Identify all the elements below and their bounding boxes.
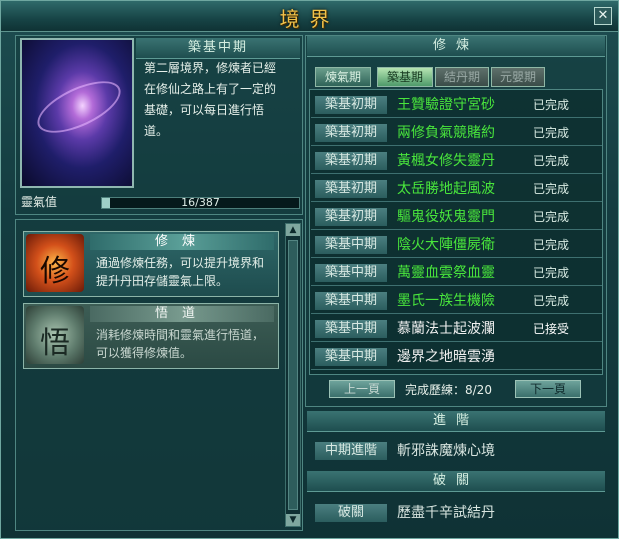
- quest-row[interactable]: 築基初期 黃楓女修失靈丹 已完成: [311, 149, 602, 174]
- tab-nascent-soul[interactable]: 元嬰期: [491, 67, 545, 87]
- quest-row[interactable]: 築基初期 驅鬼役妖鬼靈門 已完成: [311, 205, 602, 230]
- quest-name: 萬靈血雲祭血靈: [397, 265, 495, 281]
- quest-stage: 築基初期: [315, 208, 387, 226]
- action-meditate[interactable]: 悟 悟道 消耗修煉時間和靈氣進行悟道，可以獲得修煉值。: [23, 303, 279, 369]
- cultivate-icon: 修: [26, 234, 84, 292]
- quest-status: 已完成: [533, 266, 570, 280]
- quest-status: 已完成: [533, 98, 570, 112]
- quest-stage: 築基初期: [315, 180, 387, 198]
- advance-header: 進階: [307, 411, 605, 432]
- spirit-value: 16/387: [181, 196, 220, 209]
- quest-name: 墨氏一族生機險: [397, 293, 495, 309]
- quest-name: 陰火大陣僵屍衛: [397, 237, 495, 253]
- spirit-bar: 16/387: [101, 196, 300, 209]
- quest-name: 王贊驗證守宮砂: [397, 97, 495, 113]
- spirit-label: 靈氣值: [21, 195, 58, 209]
- quest-name: 太岳勝地起風波: [397, 181, 495, 197]
- quest-row[interactable]: 築基中期 墨氏一族生機險 已完成: [311, 289, 602, 314]
- quest-stage: 築基中期: [315, 236, 387, 254]
- action-text: 消耗修煉時間和靈氣進行悟道，可以獲得修煉值。: [96, 328, 265, 360]
- action-text: 通過修煉任務，可以提升境界和提升丹田存儲靈氣上限。: [96, 256, 265, 288]
- quest-status: 已完成: [533, 294, 570, 308]
- quest-status: 已接受: [533, 322, 570, 336]
- stage-name: 築基中期: [136, 38, 300, 59]
- quest-name: 黃楓女修失靈丹: [397, 153, 495, 169]
- tab-foundation[interactable]: 築基期: [377, 67, 433, 87]
- quest-name: 慕蘭法士起波瀾: [397, 321, 495, 337]
- quest-stage: 築基中期: [315, 320, 387, 338]
- meditate-icon-glyph: 悟: [40, 326, 70, 361]
- breakthrough-header: 破關: [307, 471, 605, 492]
- scroll-down-arrow-icon[interactable]: ▼: [286, 514, 300, 526]
- title-bar: 境界 ✕: [1, 1, 618, 32]
- cultivate-icon-glyph: 修: [40, 254, 70, 289]
- galaxy-portrait-image: [20, 38, 134, 188]
- close-button[interactable]: ✕: [594, 7, 612, 25]
- quest-status: 已完成: [533, 154, 570, 168]
- quest-status: 已完成: [533, 238, 570, 252]
- meditate-icon: 悟: [26, 306, 84, 364]
- realm-window: 境界 ✕ 築基中期 第二層境界，修煉者已經在修仙之路上有了一定的基礎，可以每日進…: [0, 0, 619, 539]
- tab-qi-refining[interactable]: 煉氣期: [315, 67, 371, 87]
- breakthrough-stage: 破關: [315, 504, 387, 522]
- quest-stage: 築基中期: [315, 292, 387, 310]
- scroll-thumb[interactable]: [288, 240, 298, 510]
- quest-row[interactable]: 築基初期 兩修負氣競賭約 已完成: [311, 121, 602, 146]
- tab-core-formation[interactable]: 結丹期: [435, 67, 489, 87]
- quest-row[interactable]: 築基中期 陰火大陣僵屍衛 已完成: [311, 233, 602, 258]
- quest-row[interactable]: 築基初期 王贊驗證守宮砂 已完成: [311, 93, 602, 118]
- quest-stage: 築基初期: [315, 96, 387, 114]
- action-name: 悟道: [90, 306, 274, 322]
- quest-row[interactable]: 築基中期 慕蘭法士起波瀾 已接受: [311, 317, 602, 342]
- quest-name: 邊界之地暗雲湧: [397, 349, 495, 365]
- cultivation-header: 修煉: [307, 36, 605, 57]
- quest-stage: 築基初期: [315, 124, 387, 142]
- prev-page-button[interactable]: 上一頁: [329, 380, 395, 398]
- action-name: 修煉: [90, 234, 274, 250]
- quest-row[interactable]: 築基中期 邊界之地暗雲湧: [311, 345, 602, 370]
- quest-status: 已完成: [533, 182, 570, 196]
- scroll-up-arrow-icon[interactable]: ▲: [286, 224, 300, 236]
- next-page-button[interactable]: 下一頁: [515, 380, 581, 398]
- breakthrough-name: 歷盡千辛試結丹: [397, 505, 495, 521]
- quest-row[interactable]: 築基中期 萬靈血雲祭血靈 已完成: [311, 261, 602, 286]
- quest-status: 已完成: [533, 210, 570, 224]
- advance-name: 斬邪誅魔煉心境: [397, 443, 495, 459]
- quest-stage: 築基中期: [315, 348, 387, 366]
- quest-stage: 築基初期: [315, 152, 387, 170]
- advance-stage: 中期進階: [315, 442, 387, 460]
- close-icon[interactable]: ✕: [598, 8, 609, 23]
- quest-row[interactable]: 築基初期 太岳勝地起風波 已完成: [311, 177, 602, 202]
- quest-name: 驅鬼役妖鬼靈門: [397, 209, 495, 225]
- window-title: 境界: [279, 7, 340, 31]
- breakthrough-row[interactable]: 破關 歷盡千辛試結丹: [311, 501, 602, 525]
- quest-name: 兩修負氣競賭約: [397, 125, 495, 141]
- action-cultivate[interactable]: 修 修煉 通過修煉任務，可以提升境界和提升丹田存儲靈氣上限。: [23, 231, 279, 297]
- stage-description: 第二層境界，修煉者已經在修仙之路上有了一定的基礎，可以每日進行悟道。: [144, 61, 277, 138]
- actions-scrollbar[interactable]: ▲ ▼: [285, 223, 301, 527]
- progress-text: 完成歷練：8/20: [405, 383, 492, 397]
- quest-stage: 築基中期: [315, 264, 387, 282]
- realm-info-panel: 築基中期 第二層境界，修煉者已經在修仙之路上有了一定的基礎，可以每日進行悟道。: [15, 35, 303, 215]
- advance-row[interactable]: 中期進階 斬邪誅魔煉心境: [311, 439, 602, 463]
- quest-status: 已完成: [533, 126, 570, 140]
